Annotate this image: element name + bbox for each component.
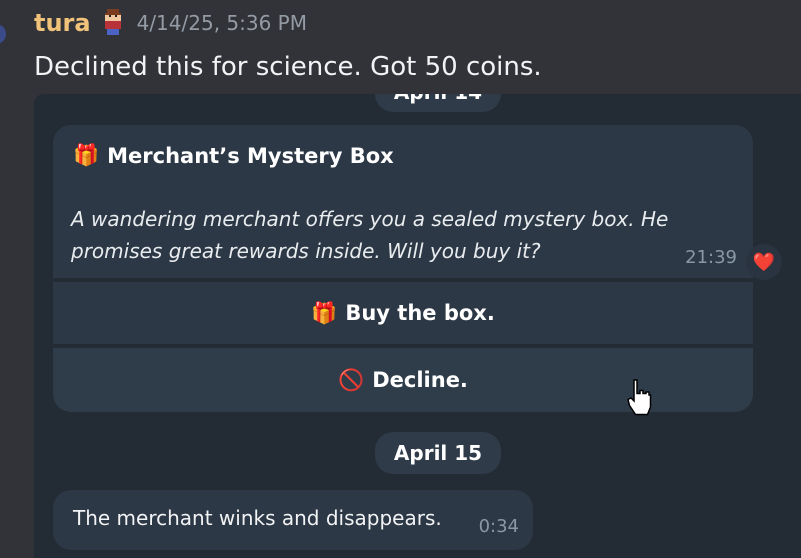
heart-reaction[interactable]: ❤️ bbox=[746, 244, 782, 280]
prohibited-icon: 🚫 bbox=[338, 367, 365, 392]
reply-text: The merchant winks and disappears. bbox=[73, 506, 442, 530]
bot-reply-bubble: The merchant winks and disappears. 0:34 bbox=[53, 490, 533, 550]
buy-button-label: Buy the box. bbox=[345, 301, 495, 325]
hand-cursor-icon bbox=[627, 379, 652, 416]
message-header: tura 4/14/25, 5:36 PM bbox=[34, 6, 307, 40]
card-title: 🎁 Merchant’s Mystery Box bbox=[73, 143, 394, 168]
gift-icon: 🎁 bbox=[311, 300, 338, 325]
pixel-character-icon bbox=[104, 9, 121, 37]
card-time: 21:39 bbox=[685, 247, 737, 268]
username[interactable]: tura bbox=[34, 9, 91, 37]
gift-icon: 🎁 bbox=[73, 143, 100, 167]
date-separator-2: April 15 bbox=[375, 432, 501, 474]
embedded-screenshot[interactable]: April 14 🎁 Merchant’s Mystery Box A wand… bbox=[34, 94, 801, 558]
card-body: A wandering merchant offers you a sealed… bbox=[71, 207, 669, 263]
bot-message-card: 🎁 Merchant’s Mystery Box A wandering mer… bbox=[53, 125, 753, 278]
decline-button-label: Decline. bbox=[372, 368, 468, 392]
reply-time: 0:34 bbox=[478, 516, 519, 537]
message-timestamp: 4/14/25, 5:36 PM bbox=[136, 11, 307, 35]
card-title-text: Merchant’s Mystery Box bbox=[107, 143, 394, 168]
message-text: Declined this for science. Got 50 coins. bbox=[34, 52, 542, 82]
heart-icon: ❤️ bbox=[752, 251, 776, 273]
buy-box-button[interactable]: 🎁 Buy the box. bbox=[53, 282, 753, 344]
date-separator: April 14 bbox=[375, 94, 501, 112]
avatar[interactable] bbox=[0, 24, 6, 44]
